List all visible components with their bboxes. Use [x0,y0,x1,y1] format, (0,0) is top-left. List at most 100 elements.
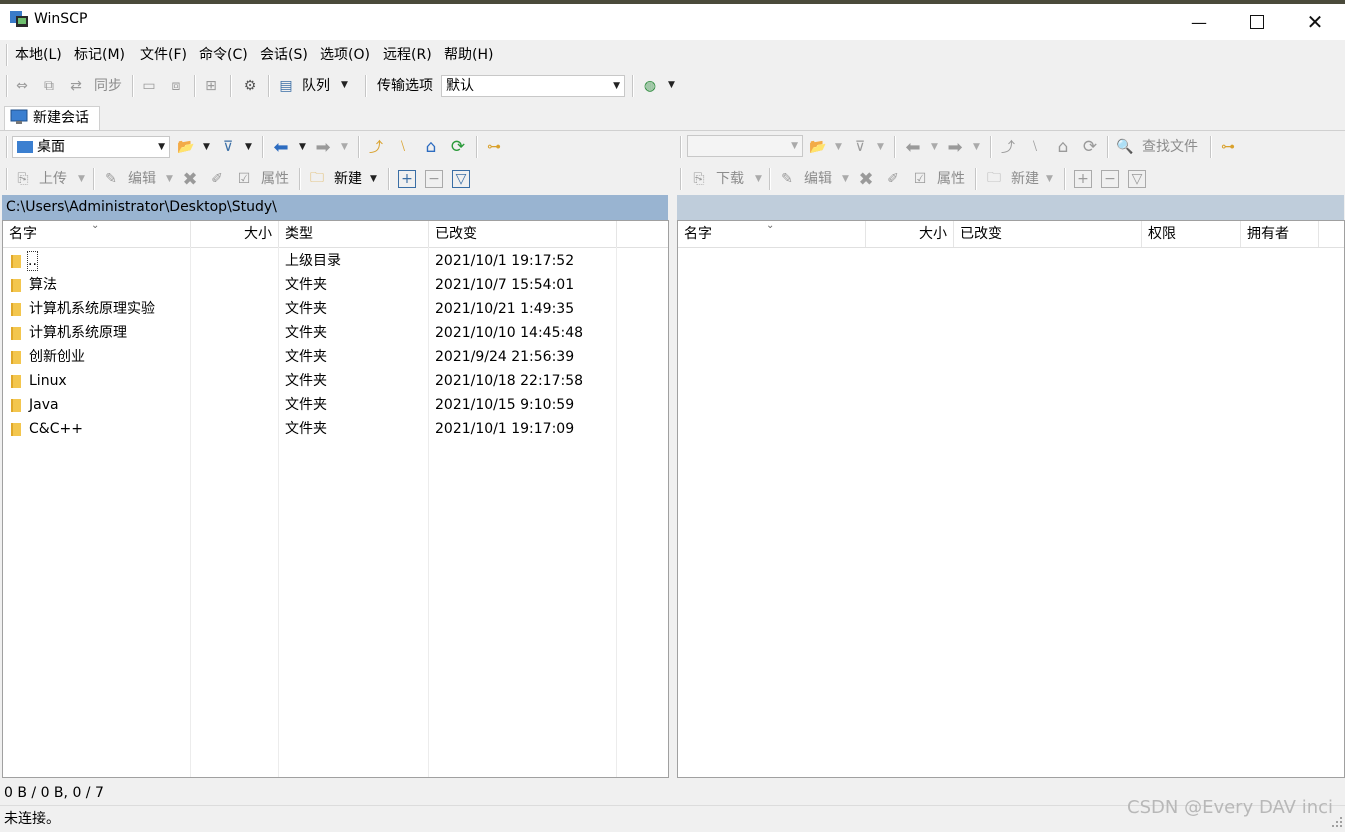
home-icon[interactable]: ⌂ [421,137,441,157]
file-row[interactable]: 计算机系统原理 文件夹 2021/10/10 14:45:48 [3,321,667,345]
delete-icon[interactable]: ✖ [180,169,200,190]
file-row[interactable]: 算法 文件夹 2021/10/7 15:54:01 [3,273,667,297]
resize-grip-icon[interactable] [1331,816,1343,828]
remote-delete-icon[interactable]: ✖ [856,169,876,190]
file-row[interactable]: Linux 文件夹 2021/10/18 22:17:58 [3,369,667,393]
remote-location-select[interactable]: ▼ [687,135,803,157]
root-directory-icon[interactable]: ⧵ [393,137,413,157]
remote-new-folder-icon[interactable]: 🗀 [984,169,1004,189]
tree-view-icon[interactable]: ⊶ [484,137,504,157]
forward-arrow-icon[interactable]: ➡ [313,137,333,158]
local-file-panel[interactable]: 名字 ⌄ 大小 类型 已改变 .. 上级目录 2021/10/1 19:17:5… [2,220,669,778]
remote-file-panel[interactable]: 名字 ⌄ 大小 已改变 权限 拥有者 [677,220,1345,778]
column-name[interactable]: 名字 ⌄ [3,220,191,247]
menu-command[interactable]: 命令(C) [196,45,251,65]
select-plus-icon[interactable]: + [398,170,416,188]
parent-directory-icon[interactable]: ⤴ [366,137,386,157]
menu-remote[interactable]: 远程(R) [380,45,435,65]
tab-new-session[interactable]: 新建会话 [4,106,100,130]
remote-back-dropdown-icon[interactable]: ▼ [931,142,938,152]
download-icon[interactable]: ⎘ [689,169,709,189]
menu-file[interactable]: 文件(F) [137,45,190,65]
remote-properties-label[interactable]: 属性 [937,169,965,189]
filter-dropdown-icon[interactable]: ▼ [245,142,252,152]
close-button[interactable]: ✕ [1286,4,1344,40]
back-dropdown-icon[interactable]: ▼ [299,142,306,152]
filter-icon[interactable]: ⊽ [218,137,238,157]
remote-column-rights[interactable]: 权限 [1142,221,1241,247]
remote-select-plus-icon[interactable]: + [1074,170,1092,188]
column-size[interactable]: 大小 [191,221,279,247]
remote-column-modified[interactable]: 已改变 [954,221,1142,247]
remote-tree-view-icon[interactable]: ⊶ [1218,137,1238,157]
properties-icon[interactable]: ☑ [234,169,254,189]
remote-properties-icon[interactable]: ☑ [910,169,930,189]
remote-unselect-minus-icon[interactable]: − [1101,170,1119,188]
menu-session[interactable]: 会话(S) [257,45,311,65]
remote-back-arrow-icon[interactable]: ⬅ [903,137,923,158]
rename-icon[interactable]: ✐ [207,169,227,189]
globe-dropdown-icon[interactable]: ▼ [668,80,675,90]
unselect-minus-icon[interactable]: − [425,170,443,188]
putty-icon[interactable]: ⧈ [166,76,186,96]
back-arrow-icon[interactable]: ⬅ [271,137,291,158]
remote-filter-icon[interactable]: ⊽ [850,137,870,157]
edit-icon[interactable]: ✎ [101,169,121,189]
file-row[interactable]: Java 文件夹 2021/10/15 9:10:59 [3,393,667,417]
refresh-icon[interactable]: ⟳ [448,137,468,157]
menu-mark[interactable]: 标记(M) [71,45,128,65]
remote-forward-arrow-icon[interactable]: ➡ [945,137,965,158]
remote-root-directory-icon[interactable]: ⧵ [1025,137,1045,157]
terminal-icon[interactable]: ▭ [139,76,159,96]
column-type[interactable]: 类型 [279,221,429,247]
remote-column-name[interactable]: 名字 ⌄ [678,220,866,247]
remote-column-size[interactable]: 大小 [866,221,954,247]
menu-help[interactable]: 帮助(H) [441,45,496,65]
forward-dropdown-icon[interactable]: ▼ [341,142,348,152]
remote-open-folder-icon[interactable]: 📂 [808,137,828,157]
new-label[interactable]: 新建 [334,169,362,189]
maximize-button[interactable] [1228,4,1286,40]
globe-icon[interactable]: ◍ [640,76,660,96]
queue-icon[interactable]: ▤ [276,76,296,96]
properties-label[interactable]: 属性 [261,169,289,189]
remote-edit-label[interactable]: 编辑 [804,169,832,189]
remote-forward-dropdown-icon[interactable]: ▼ [973,142,980,152]
download-label[interactable]: 下载 [716,169,744,189]
sync-label[interactable]: 同步 [94,76,122,96]
file-row[interactable]: 创新创业 文件夹 2021/9/24 21:56:39 [3,345,667,369]
remote-parent-directory-icon[interactable]: ⤴ [998,137,1018,157]
new-folder-icon[interactable]: 🗀 [307,169,327,189]
remote-open-dropdown-icon[interactable]: ▼ [835,142,842,152]
remote-column-owner[interactable]: 拥有者 [1241,221,1319,247]
file-row[interactable]: 计算机系统原理实验 文件夹 2021/10/21 1:49:35 [3,297,667,321]
menu-options[interactable]: 选项(O) [317,45,373,65]
remote-edit-dropdown-icon[interactable]: ▼ [842,174,849,184]
new-dropdown-icon[interactable]: ▼ [370,174,377,184]
queue-dropdown-icon[interactable]: ▼ [341,80,348,90]
menu-local[interactable]: 本地(L) [12,45,65,65]
upload-label[interactable]: 上传 [39,169,67,189]
sync-icon[interactable]: ⇄ [66,76,86,96]
remote-new-label[interactable]: 新建 [1011,169,1039,189]
remote-home-icon[interactable]: ⌂ [1053,137,1073,157]
file-row-parent[interactable]: .. 上级目录 2021/10/1 19:17:52 [3,249,667,273]
preferences-window-icon[interactable]: ⊞ [201,76,221,96]
compare-icon[interactable]: ⇔ [12,76,32,96]
edit-label[interactable]: 编辑 [128,169,156,189]
upload-icon[interactable]: ⎘ [13,169,33,189]
find-files-icon[interactable]: 🔍 [1115,137,1135,157]
column-modified[interactable]: 已改变 [429,221,617,247]
upload-dropdown-icon[interactable]: ▼ [78,174,85,184]
synchronize-browsing-icon[interactable]: ⧉ [39,76,59,96]
transfer-options-select[interactable]: 默认 ▼ [441,75,625,97]
remote-edit-icon[interactable]: ✎ [777,169,797,189]
remote-refresh-icon[interactable]: ⟳ [1080,137,1100,157]
edit-dropdown-icon[interactable]: ▼ [166,174,173,184]
remote-invert-selection-icon[interactable]: ▽ [1128,170,1146,188]
download-dropdown-icon[interactable]: ▼ [755,174,762,184]
gear-icon[interactable]: ⚙ [240,76,260,96]
local-location-select[interactable]: 桌面 ▼ [12,136,170,158]
find-files-label[interactable]: 查找文件 [1142,137,1198,157]
file-row[interactable]: C&C++ 文件夹 2021/10/1 19:17:09 [3,417,667,441]
